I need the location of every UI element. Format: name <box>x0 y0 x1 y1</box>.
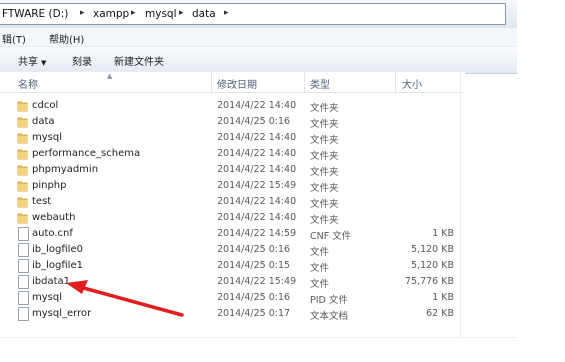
annotation-arrow-shaft <box>78 285 184 317</box>
outer-background <box>517 0 565 361</box>
status-area <box>0 337 517 362</box>
annotation-arrow-head <box>66 280 88 294</box>
annotation-arrow-icon <box>66 280 184 317</box>
